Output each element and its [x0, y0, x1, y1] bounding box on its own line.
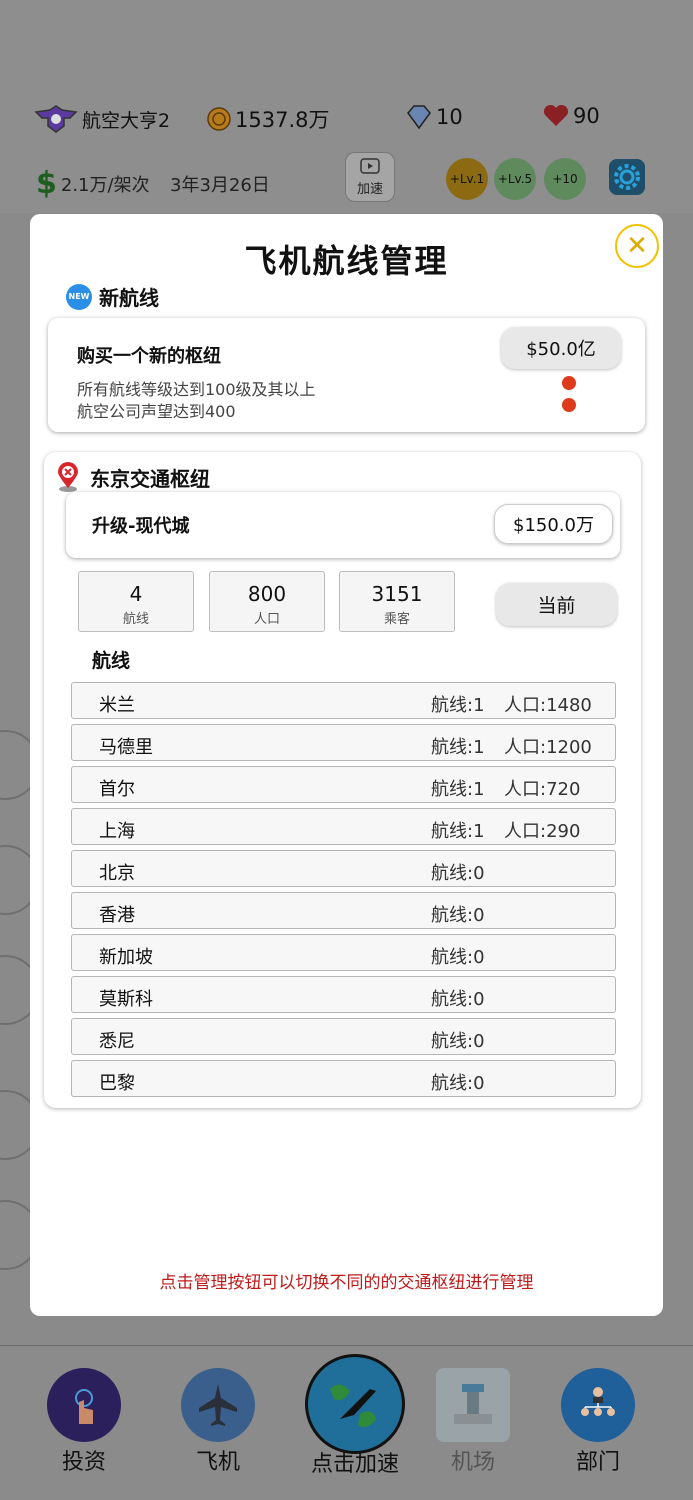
- new-hub-card: 购买一个新的枢纽 所有航线等级达到100级及其以上 航空公司声望达到400 $5…: [48, 318, 645, 432]
- nav-invest[interactable]: 投资: [44, 1368, 124, 1476]
- population-stat-box: 800 人口: [209, 571, 325, 632]
- video-play-icon: [360, 157, 380, 178]
- requirement-unmet-indicator: [562, 376, 576, 390]
- route-row-milan[interactable]: 米兰 航线:1 人口:1480: [71, 682, 616, 719]
- player-title: 航空大亨2: [34, 104, 170, 134]
- nav-airport[interactable]: 机场: [433, 1368, 513, 1476]
- nav-department[interactable]: 部门: [558, 1368, 638, 1476]
- globe-airplane-icon: [305, 1354, 405, 1454]
- speed-up-button[interactable]: 加速: [345, 152, 395, 202]
- routes-list: 米兰 航线:1 人口:1480 马德里 航线:1 人口:1200 首尔 航线:1…: [71, 682, 616, 1102]
- route-row-beijing[interactable]: 北京 航线:0: [71, 850, 616, 887]
- route-row-sydney[interactable]: 悉尼 航线:0: [71, 1018, 616, 1055]
- coin-counter: 1537.8万: [207, 104, 329, 134]
- hub-panel: 东京交通枢纽 升级-现代城 $150.0万 4 航线 800 人口 3151 乘…: [44, 452, 641, 1108]
- upgrade-label: 升级-现代城: [92, 516, 190, 537]
- heart-counter: 90: [543, 104, 600, 128]
- current-hub-button[interactable]: 当前: [496, 583, 617, 626]
- route-row-hongkong[interactable]: 香港 航线:0: [71, 892, 616, 929]
- top-status-bar: 航空大亨2 1537.8万 10 90 $ 2.1万/架次 3年3月26日 加速…: [0, 0, 693, 213]
- airport-tower-icon: [436, 1368, 510, 1442]
- coin-value: 1537.8万: [235, 108, 330, 132]
- requirement-text: 所有航线等级达到100级及其以上: [77, 380, 316, 399]
- route-row-singapore[interactable]: 新加坡 航线:0: [71, 934, 616, 971]
- routes-heading: 航线: [92, 650, 131, 672]
- heart-value: 90: [573, 104, 600, 128]
- new-route-section-label: NEW 新航线: [66, 282, 159, 311]
- requirement-unmet-indicator: [562, 398, 576, 412]
- boost-lv5-button[interactable]: +Lv.5: [494, 158, 536, 200]
- settings-gear-icon[interactable]: [607, 157, 647, 197]
- modal-title: 飞机航线管理: [244, 242, 449, 280]
- diamond-value: 10: [436, 105, 463, 129]
- boost-plus10-button[interactable]: +10: [544, 158, 586, 200]
- route-management-modal: 飞机航线管理 ✕ NEW 新航线 购买一个新的枢纽 所有航线等级达到100级及其…: [30, 214, 663, 1316]
- passengers-stat-box: 3151 乘客: [339, 571, 455, 632]
- boost-lv1-button[interactable]: +Lv.1: [446, 158, 488, 200]
- hint-text: 点击管理按钮可以切换不同的的交通枢纽进行管理: [159, 1273, 534, 1293]
- player-name: 航空大亨2: [82, 109, 171, 132]
- income-rate: $ 2.1万/架次: [36, 166, 150, 201]
- routes-stat-box: 4 航线: [78, 571, 194, 632]
- nav-tap-speed[interactable]: 点击加速: [300, 1354, 410, 1478]
- shield-emblem-icon: [34, 104, 78, 134]
- bottom-nav: 投资 飞机 点击加速 机场 部门: [0, 1345, 693, 1500]
- upgrade-card: 升级-现代城 $150.0万: [66, 492, 620, 558]
- hub-name-label: 东京交通枢纽: [56, 462, 210, 492]
- diamond-counter: 10: [406, 104, 463, 130]
- location-pin-icon: [56, 462, 80, 492]
- route-row-shanghai[interactable]: 上海 航线:1 人口:290: [71, 808, 616, 845]
- coin-icon: [207, 107, 231, 131]
- buy-hub-button[interactable]: $50.0亿: [501, 327, 621, 369]
- new-hub-title: 购买一个新的枢纽: [77, 346, 221, 367]
- diamond-icon: [406, 104, 432, 130]
- route-row-moscow[interactable]: 莫斯科 航线:0: [71, 976, 616, 1013]
- new-badge-icon: NEW: [66, 283, 92, 310]
- game-date: 3年3月26日: [170, 175, 270, 196]
- department-icon: [561, 1368, 635, 1442]
- nav-airplane[interactable]: 飞机: [178, 1368, 258, 1476]
- upgrade-button[interactable]: $150.0万: [494, 504, 613, 544]
- requirement-text: 航空公司声望达到400: [77, 402, 236, 421]
- close-icon[interactable]: ✕: [615, 224, 659, 268]
- dollar-icon: $: [36, 166, 57, 201]
- route-row-madrid[interactable]: 马德里 航线:1 人口:1200: [71, 724, 616, 761]
- route-row-paris[interactable]: 巴黎 航线:0: [71, 1060, 616, 1097]
- heart-icon: [543, 104, 569, 128]
- airplane-icon: [181, 1368, 255, 1442]
- route-row-seoul[interactable]: 首尔 航线:1 人口:720: [71, 766, 616, 803]
- invest-icon: [47, 1368, 121, 1442]
